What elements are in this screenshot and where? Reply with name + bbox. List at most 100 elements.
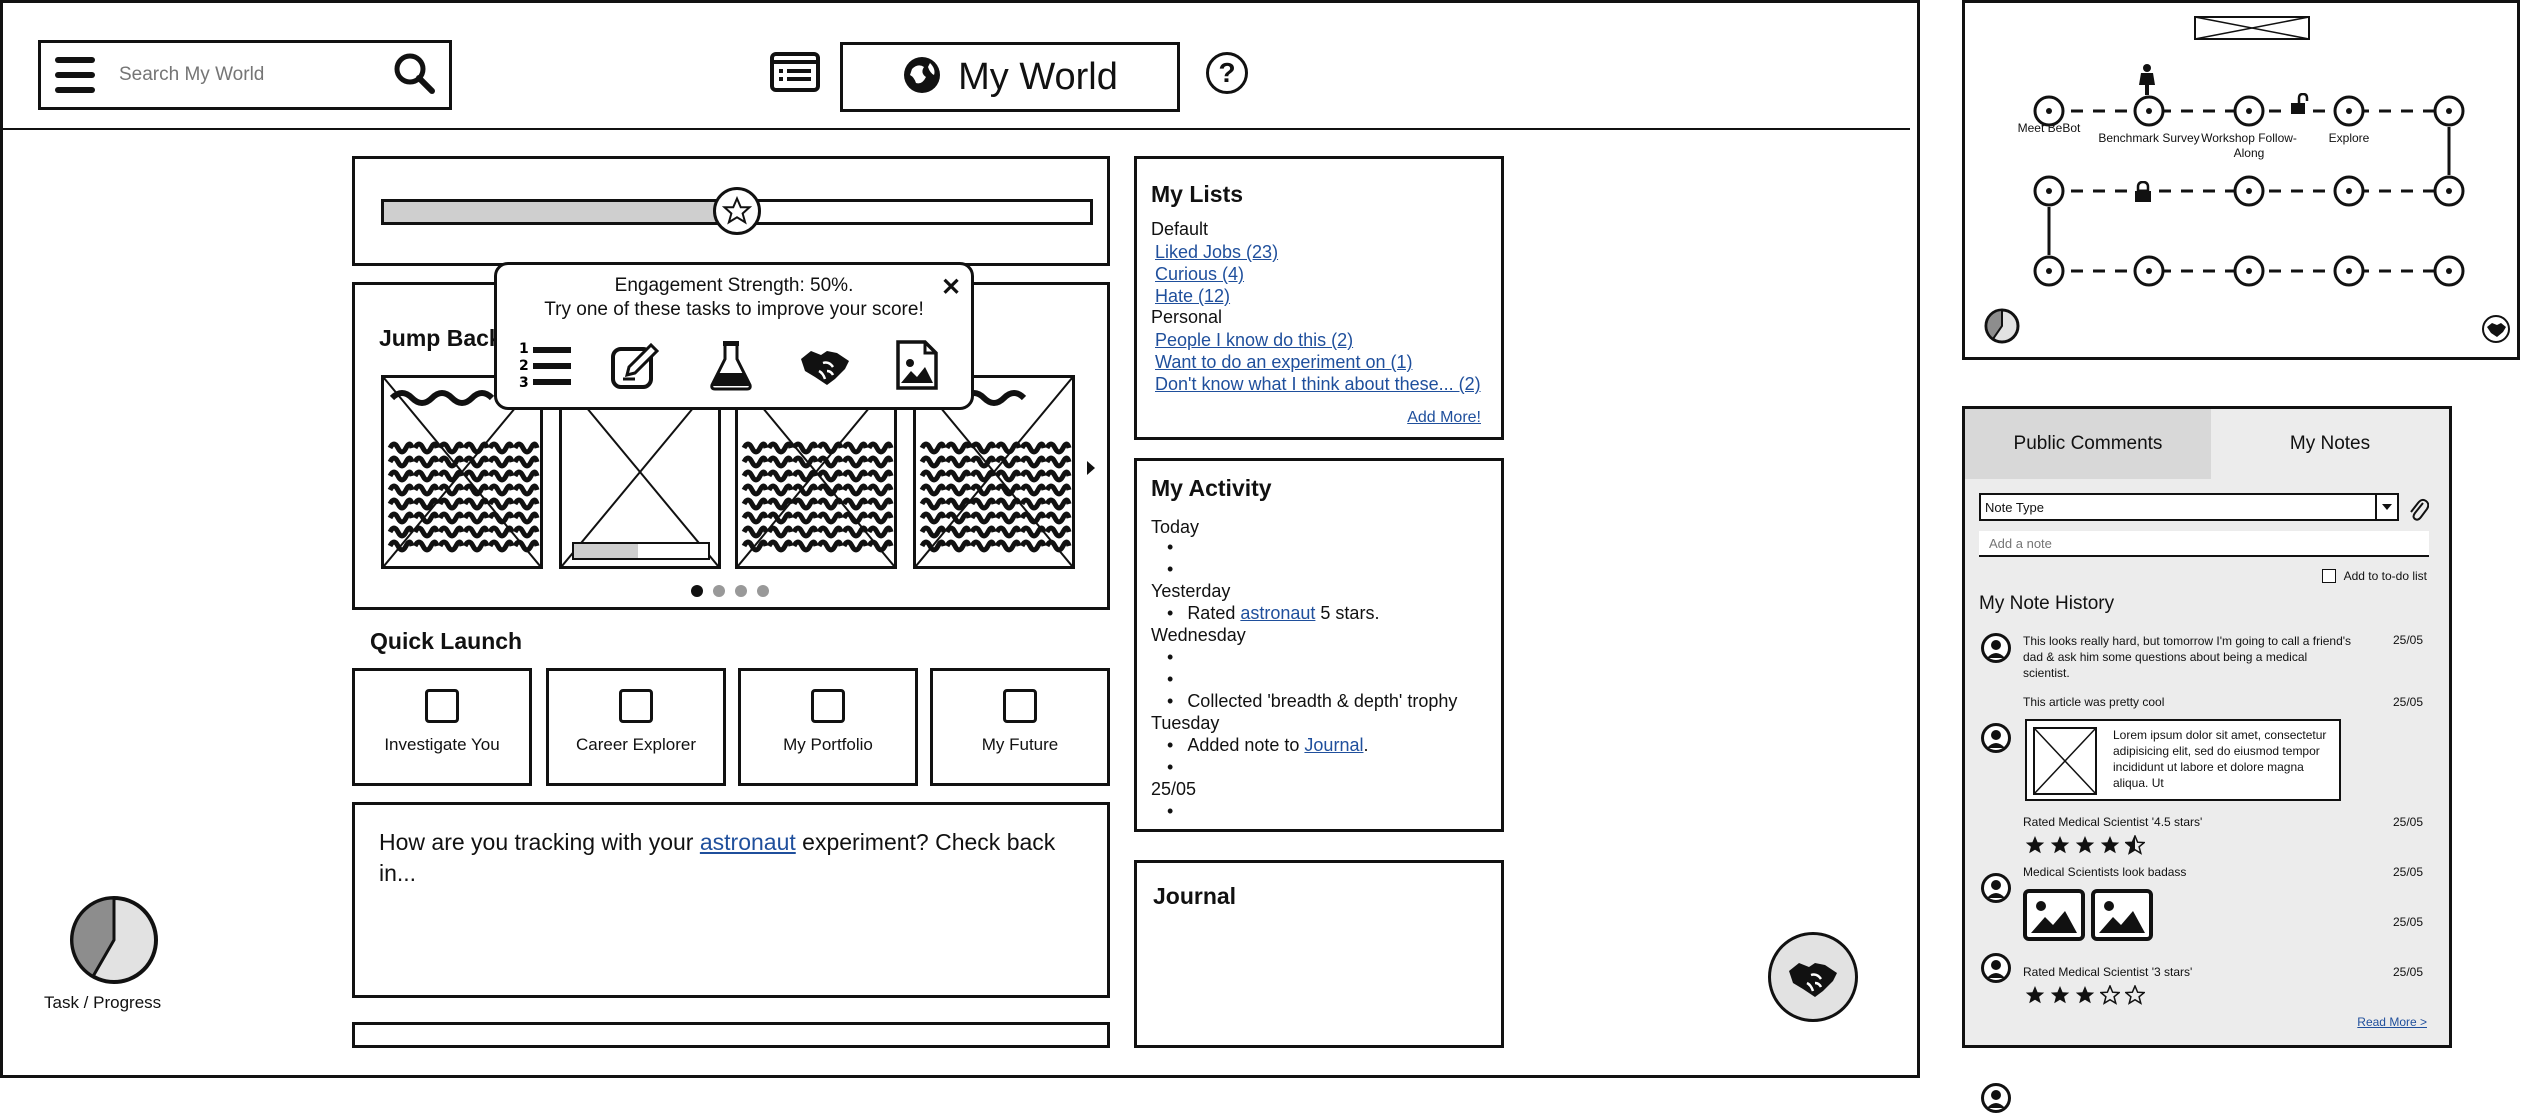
lists-personal-label: Personal <box>1151 307 1223 327</box>
my-world-title-button[interactable]: My World <box>840 42 1180 112</box>
my-lists-title: My Lists <box>1151 181 1244 207</box>
flask-icon[interactable] <box>709 339 753 395</box>
quick-launch-tile[interactable]: Investigate You <box>352 668 532 786</box>
activity-item: Rated astronaut 5 stars. <box>1167 603 1379 624</box>
tracking-message: How are you tracking with your astronaut… <box>379 827 1079 889</box>
carousel-dot[interactable] <box>735 585 747 597</box>
map-progress-pie[interactable] <box>1983 307 2021 349</box>
todo-checkbox-row[interactable]: Add to to-do list <box>2321 569 2427 583</box>
lock-icon <box>2133 180 2153 207</box>
search-bar[interactable] <box>38 40 452 110</box>
list-link[interactable]: Want to do an experiment on (1) <box>1155 351 1481 373</box>
note-type-select[interactable]: Note Type <box>1979 493 2399 521</box>
quick-launch-tile[interactable]: Career Explorer <box>546 668 726 786</box>
next-panel <box>352 1022 1110 1048</box>
lists-default-items: Liked Jobs (23) Curious (4) Hate (12) <box>1155 241 1278 307</box>
handshake-icon[interactable] <box>797 341 853 393</box>
image-icon[interactable] <box>2091 889 2153 946</box>
edit-icon[interactable] <box>609 341 661 395</box>
activity-day: 25/05 <box>1151 779 1197 799</box>
map-node-dot <box>2246 188 2252 194</box>
tab-my-notes[interactable]: My Notes <box>2211 409 2449 479</box>
star-knob-icon[interactable] <box>713 187 761 235</box>
star-icon <box>2050 835 2070 855</box>
note-text: Rated Medical Scientist '4.5 stars' <box>2023 815 2203 829</box>
list-numbered-icon[interactable]: 123 <box>519 339 573 395</box>
rating-stars <box>2025 984 2150 1005</box>
quick-launch-tile[interactable]: My Portfolio <box>738 668 918 786</box>
list-link[interactable]: Don't know what I think about these... (… <box>1155 373 1481 395</box>
lists-personal-items: People I know do this (2) Want to do an e… <box>1155 329 1481 395</box>
map-node-dot <box>2446 268 2452 274</box>
article-card[interactable]: Lorem ipsum dolor sit amet, consectetur … <box>2025 719 2341 801</box>
list-link[interactable]: Curious (4) <box>1155 263 1278 285</box>
activity-item: Collected 'breadth & depth' trophy <box>1167 691 1457 712</box>
notes-panel: Public Comments My Notes Note Type Add t… <box>1962 406 2452 1113</box>
tab-public-comments[interactable]: Public Comments <box>1965 409 2211 479</box>
star-icon <box>2050 985 2070 1005</box>
my-activity-panel: My Activity Today Yesterday Rated astron… <box>1134 458 1504 832</box>
journal-link[interactable]: Journal <box>1304 735 1363 755</box>
page-title: My World <box>958 55 1118 98</box>
tracking-message-text: How are you tracking with your <box>379 829 700 855</box>
star-icon <box>2100 835 2120 855</box>
bebot-chat-button[interactable] <box>1768 932 1858 1022</box>
note-date: 25/05 <box>2393 633 2424 647</box>
list-link[interactable]: Hate (12) <box>1155 285 1278 307</box>
carousel-dots <box>691 585 769 597</box>
list-link[interactable]: People I know do this (2) <box>1155 329 1481 351</box>
note-text: This looks really hard, but tomorrow I'm… <box>2023 634 2352 680</box>
paperclip-icon[interactable] <box>2407 495 2430 526</box>
note-date: 25/05 <box>2393 695 2424 709</box>
tile-label: Career Explorer <box>576 735 696 754</box>
map-node-dot <box>2346 108 2352 114</box>
image-document-icon[interactable] <box>895 339 939 395</box>
astronaut-link[interactable]: astronaut <box>1240 603 1315 623</box>
star-icon <box>2098 984 2122 1005</box>
chevron-down-icon[interactable] <box>2375 495 2397 519</box>
avatar <box>1981 633 2011 663</box>
carousel-next-icon[interactable] <box>1087 461 1095 475</box>
todo-label: Add to to-do list <box>2343 569 2427 583</box>
card-progress-bar <box>572 542 710 560</box>
read-more-link[interactable]: Read More > <box>2357 1015 2427 1029</box>
journal-title: Journal <box>1153 883 1237 909</box>
journal-panel[interactable]: Journal <box>1134 860 1504 1048</box>
add-more-link[interactable]: Add More! <box>1407 409 1481 427</box>
map-node-dot <box>2246 268 2252 274</box>
add-note-input[interactable] <box>1979 531 2429 557</box>
image-icon[interactable] <box>2023 889 2085 946</box>
engagement-popup: Engagement Strength: 50%. Try one of the… <box>494 262 974 410</box>
star-icon <box>2025 835 2045 855</box>
carousel-dot[interactable] <box>757 585 769 597</box>
hamburger-menu-icon[interactable] <box>55 57 95 93</box>
task-progress-label: Task / Progress <box>44 993 162 1012</box>
quick-launch-tile[interactable]: My Future <box>930 668 1110 786</box>
globe-icon <box>902 55 942 99</box>
unlock-icon <box>2289 92 2311 119</box>
carousel-dot[interactable] <box>691 585 703 597</box>
astronaut-link[interactable]: astronaut <box>700 829 796 855</box>
avatar <box>1981 723 2011 753</box>
list-link[interactable]: Liked Jobs (23) <box>1155 241 1278 263</box>
avatar <box>1981 953 2011 983</box>
list-view-icon[interactable] <box>770 52 820 96</box>
map-node-dot <box>2146 108 2152 114</box>
todo-checkbox[interactable] <box>2321 569 2336 583</box>
star-icon <box>2123 984 2147 1005</box>
carousel-dot[interactable] <box>713 585 725 597</box>
tile-label: My Future <box>981 735 1059 754</box>
help-icon[interactable]: ? <box>1206 52 1248 94</box>
map-node-dot <box>2446 108 2452 114</box>
tracking-message-panel: How are you tracking with your astronaut… <box>352 802 1110 998</box>
search-input[interactable] <box>117 63 381 87</box>
search-icon[interactable] <box>391 50 437 100</box>
image-placeholder-icon <box>2033 727 2097 795</box>
map-node-dot <box>2346 268 2352 274</box>
tile-icon <box>425 689 459 723</box>
star-icon <box>2025 985 2045 1005</box>
map-bebot-icon[interactable] <box>2481 315 2511 347</box>
star-icon <box>2075 985 2095 1005</box>
task-progress-pie[interactable] <box>68 894 160 990</box>
close-icon[interactable]: ✕ <box>941 273 961 302</box>
